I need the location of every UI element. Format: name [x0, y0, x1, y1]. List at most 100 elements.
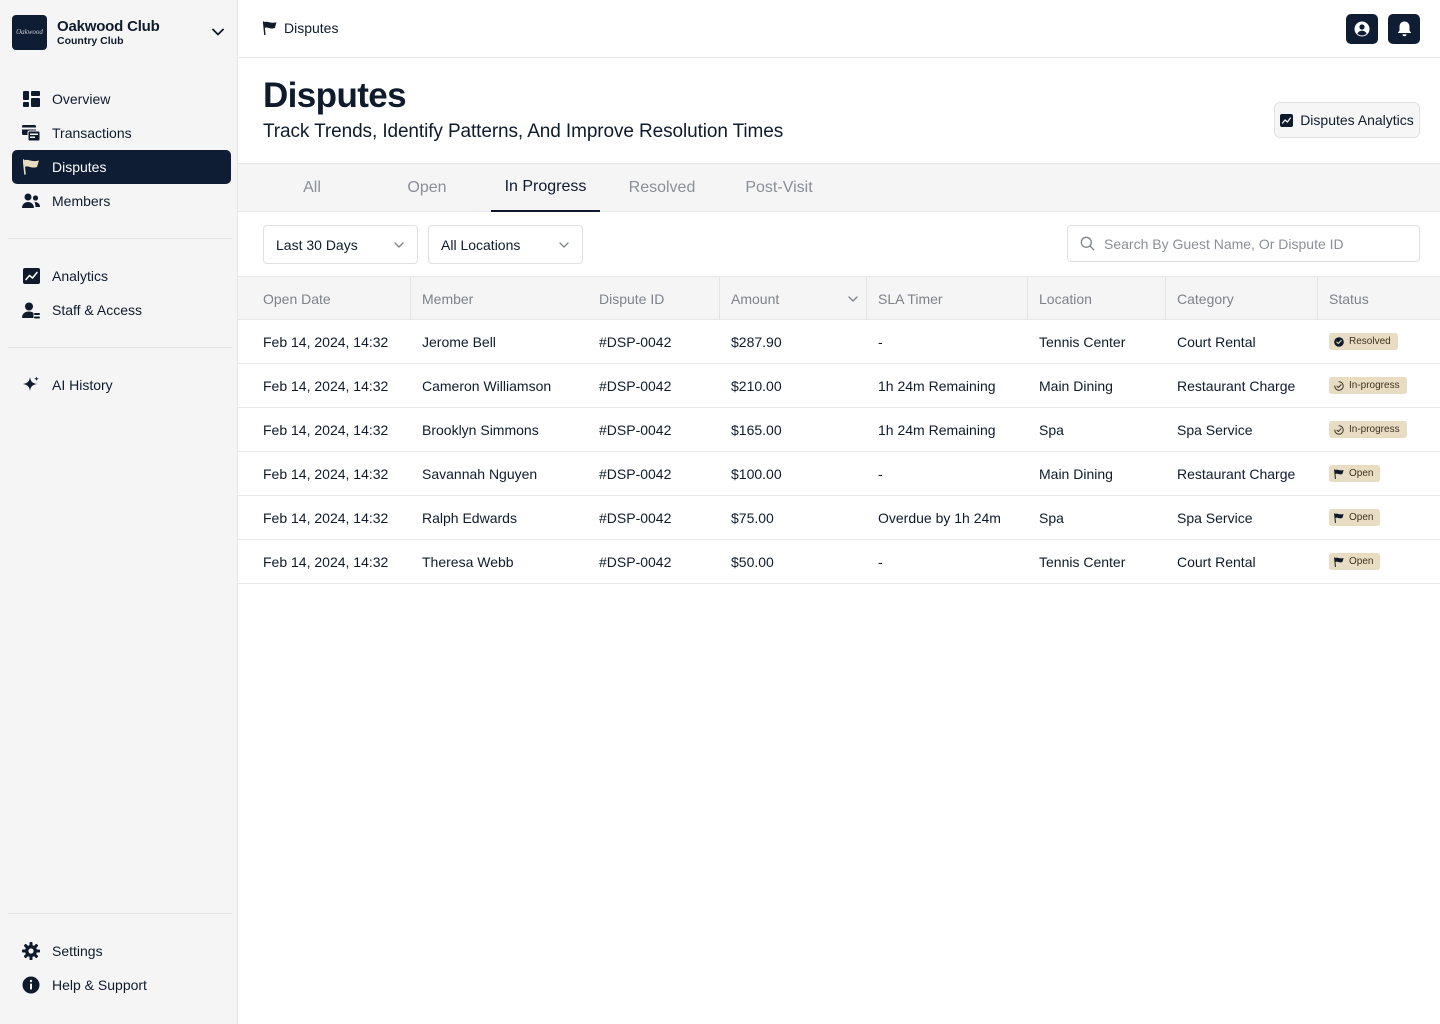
table-row[interactable]: Feb 14, 2024, 14:32 Savannah Nguyen #DSP… — [238, 452, 1440, 496]
sidebar-item-overview[interactable]: Overview — [12, 82, 231, 116]
category-cell: Restaurant Charge — [1177, 465, 1296, 482]
sidebar-item-members[interactable]: Members — [12, 184, 231, 218]
status-cell: Resolved — [1329, 320, 1398, 363]
sidebar-item-ai-history[interactable]: AI History — [12, 368, 231, 402]
notifications-button[interactable] — [1388, 14, 1420, 44]
status-label: In-progress — [1349, 380, 1400, 391]
column-divider — [1165, 277, 1166, 320]
status-cell: Open — [1329, 452, 1381, 495]
table-row[interactable]: Feb 14, 2024, 14:32 Jerome Bell #DSP-004… — [238, 320, 1440, 364]
sla-timer-cell: - — [878, 333, 883, 350]
sidebar-item-label: Settings — [52, 943, 103, 959]
column-label: Open Date — [263, 290, 331, 307]
column-header-open-date[interactable]: Open Date — [263, 277, 331, 320]
user-icon — [1354, 21, 1370, 37]
open-date-cell: Feb 14, 2024, 14:32 — [263, 333, 389, 350]
location-cell: Tennis Center — [1039, 553, 1126, 570]
column-header-sla-timer[interactable]: SLA Timer — [878, 277, 943, 320]
sidebar-divider — [8, 238, 232, 239]
sidebar-item-help-support[interactable]: Help & Support — [12, 968, 231, 1002]
member-cell: Brooklyn Simmons — [422, 421, 539, 438]
club-type: Country Club — [57, 34, 124, 47]
info-icon — [22, 976, 40, 994]
status-label: Resolved — [1349, 336, 1391, 347]
chart-icon — [22, 267, 40, 285]
sidebar-item-label: AI History — [52, 377, 113, 393]
sidebar-item-label: Overview — [52, 91, 111, 107]
amount-cell: $50.00 — [731, 553, 774, 570]
disputes-analytics-button[interactable]: Disputes Analytics — [1274, 102, 1420, 138]
member-cell: Theresa Webb — [422, 553, 514, 570]
column-divider — [1027, 277, 1028, 320]
chevron-down-icon — [558, 239, 570, 251]
chevron-down-icon — [210, 24, 226, 40]
status-label: In-progress — [1349, 424, 1400, 435]
column-header-category[interactable]: Category — [1177, 277, 1234, 320]
page-title: Disputes — [263, 76, 407, 115]
sla-timer-cell: Overdue by 1h 24m — [878, 509, 1001, 526]
sla-timer-cell: - — [878, 553, 883, 570]
sparkle-icon — [22, 376, 40, 394]
open-date-cell: Feb 14, 2024, 14:32 — [263, 377, 389, 394]
tab-label: Resolved — [628, 179, 696, 196]
club-logo-text: Oakwood — [16, 28, 43, 36]
status-label: Open — [1349, 512, 1374, 523]
tab-label: Open — [407, 179, 447, 196]
status-badge: In-progress — [1329, 421, 1407, 438]
category-cell: Spa Service — [1177, 509, 1253, 526]
category-cell: Court Rental — [1177, 333, 1256, 350]
flag-icon — [1334, 512, 1344, 523]
sla-timer-cell: 1h 24m Remaining — [878, 421, 996, 438]
sidebar: Oakwood Oakwood Club Country Club Overvi… — [0, 0, 238, 1024]
sidebar-divider — [8, 913, 232, 914]
bell-icon — [1397, 21, 1412, 37]
column-label: Amount — [731, 290, 780, 307]
staff-icon — [22, 301, 40, 319]
location-cell: Spa — [1039, 509, 1064, 526]
flag-icon — [1334, 468, 1344, 479]
overview-icon — [22, 90, 40, 108]
tab-resolved[interactable]: Resolved — [613, 164, 711, 212]
location-select[interactable]: All Locations — [428, 225, 583, 264]
disputes-analytics-label: Disputes Analytics — [1300, 112, 1414, 128]
column-header-amount[interactable]: Amount — [731, 277, 859, 320]
status-badge: Open — [1329, 509, 1381, 526]
tab-open[interactable]: Open — [378, 164, 476, 212]
table-row[interactable]: Feb 14, 2024, 14:32 Cameron Williamson #… — [238, 364, 1440, 408]
column-header-location[interactable]: Location — [1039, 277, 1092, 320]
table-row[interactable]: Feb 14, 2024, 14:32 Ralph Edwards #DSP-0… — [238, 496, 1440, 540]
progress-icon — [1334, 380, 1344, 391]
tab-in-progress[interactable]: In Progress — [491, 164, 600, 212]
table-row[interactable]: Feb 14, 2024, 14:32 Theresa Webb #DSP-00… — [238, 540, 1440, 584]
club-switcher[interactable]: Oakwood Oakwood Club Country Club — [12, 14, 226, 50]
sla-timer-cell: 1h 24m Remaining — [878, 377, 996, 394]
column-header-status[interactable]: Status — [1329, 277, 1369, 320]
location-cell: Main Dining — [1039, 377, 1113, 394]
sidebar-item-label: Help & Support — [52, 977, 147, 993]
column-header-dispute-id[interactable]: Dispute ID — [599, 277, 664, 320]
tab-all[interactable]: All — [263, 164, 361, 212]
sidebar-item-transactions[interactable]: Transactions — [12, 116, 231, 150]
sidebar-item-label: Analytics — [52, 268, 109, 284]
tab-post-visit[interactable]: Post-Visit — [730, 164, 828, 212]
profile-button[interactable] — [1346, 14, 1378, 44]
status-badge: In-progress — [1329, 377, 1407, 394]
amount-cell: $165.00 — [731, 421, 782, 438]
table-row[interactable]: Feb 14, 2024, 14:32 Brooklyn Simmons #DS… — [238, 408, 1440, 452]
date-range-select[interactable]: Last 30 Days — [263, 225, 418, 264]
sidebar-item-settings[interactable]: Settings — [12, 934, 231, 968]
category-cell: Spa Service — [1177, 421, 1253, 438]
tab-label: In Progress — [504, 178, 587, 195]
sidebar-item-analytics[interactable]: Analytics — [12, 259, 231, 293]
column-header-member[interactable]: Member — [422, 277, 473, 320]
open-date-cell: Feb 14, 2024, 14:32 — [263, 553, 389, 570]
sidebar-item-staff-access[interactable]: Staff & Access — [12, 293, 231, 327]
sla-timer-cell: - — [878, 465, 883, 482]
dispute-id-cell: #DSP-0042 — [599, 377, 672, 394]
sidebar-item-disputes[interactable]: Disputes — [12, 150, 231, 184]
search-input[interactable] — [1104, 235, 1404, 252]
column-divider — [1317, 277, 1318, 320]
status-badge: Open — [1329, 553, 1381, 570]
open-date-cell: Feb 14, 2024, 14:32 — [263, 421, 389, 438]
check-circle-icon — [1334, 336, 1344, 347]
